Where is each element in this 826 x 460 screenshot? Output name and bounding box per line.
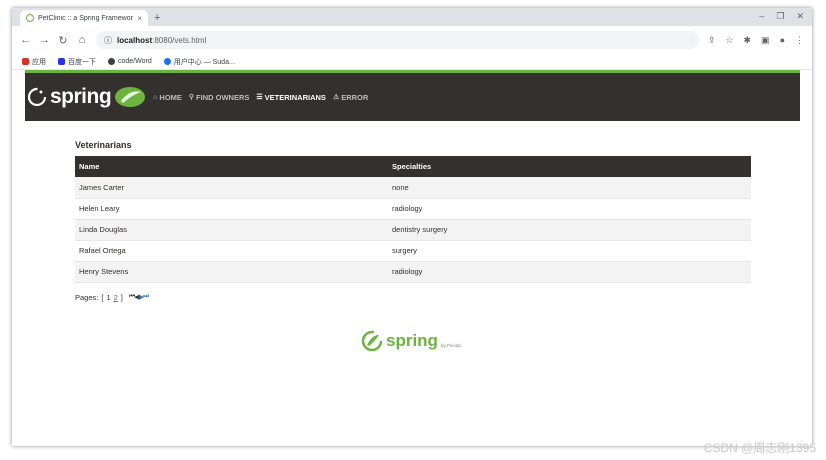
- nav-home[interactable]: ⌂ HOME: [153, 93, 182, 102]
- page-viewport: spring ⌂ HOME ⚲ FIND OWNERS ☰ VETERINARI…: [12, 70, 812, 446]
- vet-name: Helen Leary: [75, 198, 388, 220]
- pagination-close-bracket: ]: [120, 292, 123, 302]
- url-path: :8080/vets.html: [152, 35, 207, 45]
- home-icon: ⌂: [153, 93, 158, 101]
- nav-veterinarians-label: VETERINARIANS: [264, 92, 326, 102]
- nav-find-owners-label: FIND OWNERS: [196, 92, 250, 102]
- table-header-row: Name Specialties: [75, 156, 751, 177]
- sidepanel-icon[interactable]: ▣: [761, 35, 770, 46]
- info-icon[interactable]: ⓘ: [104, 35, 112, 46]
- bookmark-label: 百度一下: [68, 58, 96, 66]
- tab-title: PetClinic :: a Spring Framework: [38, 14, 134, 22]
- browser-window: PetClinic :: a Spring Framework × + – ❐ …: [12, 8, 812, 446]
- app-navbar: spring ⌂ HOME ⚲ FIND OWNERS ☰ VETERINARI…: [25, 73, 800, 121]
- bookmark-baidu[interactable]: 百度一下: [58, 57, 96, 67]
- browser-tab[interactable]: PetClinic :: a Spring Framework ×: [20, 10, 148, 26]
- page-link-current: 1: [106, 292, 111, 302]
- bookmark-label: code/Word: [118, 58, 152, 65]
- main-menu: ⌂ HOME ⚲ FIND OWNERS ☰ VETERINARIANS ⚠ E…: [153, 93, 368, 102]
- main-content: Veterinarians Name Specialties James Car…: [75, 140, 751, 302]
- pagination-open-bracket: [: [101, 292, 104, 302]
- forward-icon[interactable]: →: [39, 34, 50, 46]
- spring-swirl-icon: [27, 87, 47, 107]
- share-icon[interactable]: ⇪: [708, 35, 716, 46]
- warning-icon: ⚠: [332, 94, 340, 101]
- table-row: James Carter none: [75, 177, 751, 199]
- vets-table: Name Specialties James Carter none Helen…: [75, 156, 751, 283]
- home-browser-icon[interactable]: ⌂: [77, 34, 87, 46]
- extensions-icon[interactable]: ✱: [744, 35, 752, 46]
- nav-home-label: HOME: [159, 92, 182, 102]
- nav-error[interactable]: ⚠ ERROR: [333, 93, 368, 102]
- tab-strip: PetClinic :: a Spring Framework × + – ❐ …: [12, 8, 812, 26]
- column-header-specialties: Specialties: [388, 156, 751, 177]
- nav-error-label: ERROR: [341, 92, 369, 102]
- page-link-2[interactable]: 2: [114, 293, 118, 302]
- vet-specialties: radiology: [388, 198, 751, 220]
- footer-brand-name: spring: [386, 331, 438, 350]
- menu-icon[interactable]: ⋮: [795, 35, 804, 46]
- leaf-icon: [115, 87, 146, 107]
- bookmark-apps[interactable]: 应用: [22, 57, 46, 67]
- minimize-icon[interactable]: –: [759, 11, 764, 22]
- spring-leaf-logo-icon: [361, 330, 383, 352]
- star-icon[interactable]: ☆: [725, 35, 733, 46]
- table-row: Rafael Ortega surgery: [75, 240, 751, 262]
- vet-specialties: surgery: [388, 240, 751, 262]
- vet-name: James Carter: [75, 177, 388, 199]
- address-bar[interactable]: ⓘ localhost:8080/vets.html: [96, 31, 699, 49]
- close-window-icon[interactable]: ✕: [796, 11, 804, 22]
- new-tab-button[interactable]: +: [154, 12, 160, 24]
- bookmark-code-word[interactable]: code/Word: [108, 58, 152, 65]
- reload-icon[interactable]: ↻: [58, 34, 68, 47]
- browser-toolbar: ← → ↻ ⌂ ⓘ localhost:8080/vets.html ⇪ ☆ ✱…: [12, 26, 812, 54]
- pagination-label: Pages:: [75, 292, 99, 302]
- last-page-icon[interactable]: ⏭: [143, 293, 149, 301]
- vet-specialties: dentistry surgery: [388, 219, 751, 241]
- maximize-icon[interactable]: ❐: [776, 11, 784, 22]
- vet-name: Rafael Ortega: [75, 240, 388, 262]
- toolbar-actions: ⇪ ☆ ✱ ▣ ● ⋮: [708, 35, 804, 46]
- vet-name: Linda Douglas: [75, 219, 388, 241]
- page-nav-controls: ⏮ ◀ ▶ ⏭: [129, 293, 149, 301]
- nav-veterinarians[interactable]: ☰ VETERINARIANS: [256, 93, 326, 102]
- vet-specialties: radiology: [388, 261, 751, 283]
- baidu-icon: [58, 58, 65, 65]
- spring-favicon-icon: [26, 14, 34, 22]
- spring-logo[interactable]: spring: [27, 85, 146, 109]
- search-icon: ⚲: [188, 94, 195, 101]
- table-row: Helen Leary radiology: [75, 198, 751, 220]
- nav-find-owners[interactable]: ⚲ FIND OWNERS: [189, 93, 249, 102]
- vet-specialties: none: [388, 177, 751, 199]
- csdn-watermark: CSDN @周志刚1395: [703, 441, 816, 455]
- pagination: Pages: [ 1 2 ] ⏮ ◀ ▶ ⏭: [75, 293, 751, 302]
- bookmark-user-center[interactable]: 用户中心 — Suda...: [163, 57, 235, 67]
- close-tab-icon[interactable]: ×: [137, 14, 142, 23]
- user-center-icon: [163, 58, 171, 65]
- column-header-name: Name: [75, 156, 388, 177]
- globe-icon: [108, 58, 115, 65]
- page-title: Veterinarians: [75, 140, 132, 150]
- url-host: localhost: [117, 35, 153, 45]
- apps-grid-icon: [22, 58, 29, 65]
- vet-name: Henry Stevens: [75, 261, 388, 283]
- brand-name: spring: [50, 85, 112, 108]
- profile-icon[interactable]: ●: [780, 35, 785, 46]
- footer-spring-logo: spring by Pivotal.: [361, 330, 462, 352]
- footer-by-pivotal: by Pivotal.: [440, 342, 462, 348]
- bookmarks-bar: 应用 百度一下 code/Word 用户中心 — Suda...: [12, 54, 812, 70]
- table-row: Henry Stevens radiology: [75, 261, 751, 283]
- back-icon[interactable]: ←: [20, 34, 31, 46]
- bookmark-label: 应用: [32, 58, 46, 66]
- bookmark-label: 用户中心 — Suda...: [173, 58, 235, 66]
- list-icon: ☰: [256, 94, 263, 101]
- window-controls: – ❐ ✕: [759, 11, 804, 22]
- table-row: Linda Douglas dentistry surgery: [75, 219, 751, 241]
